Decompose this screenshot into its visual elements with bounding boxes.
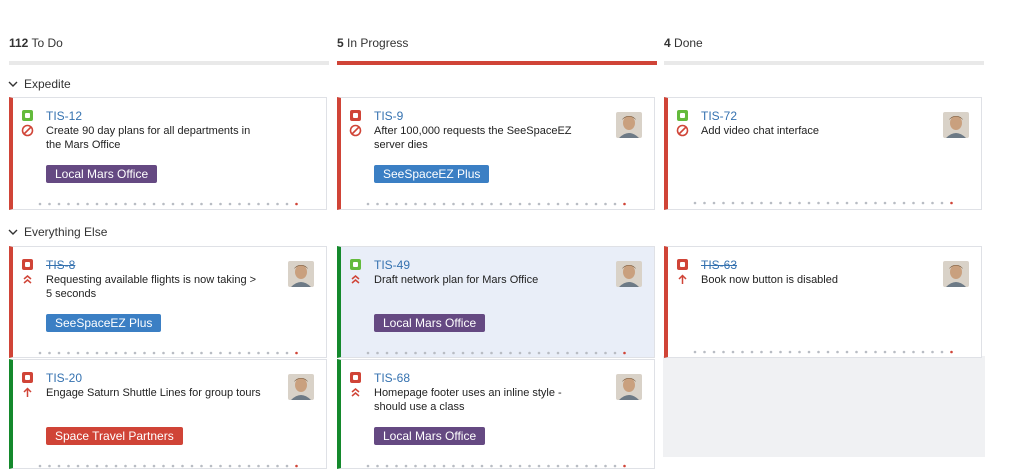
column-name: To Do bbox=[31, 36, 63, 50]
bug-icon bbox=[350, 110, 361, 121]
blocker-icon bbox=[676, 124, 689, 137]
days-in-column-dots bbox=[366, 193, 628, 206]
epic-label: Local Mars Office bbox=[374, 427, 486, 445]
column-count: 5 bbox=[337, 36, 344, 50]
done-column-empty-area bbox=[663, 356, 985, 457]
issue-card[interactable]: TIS-12 Create 90 day plans for all depart… bbox=[9, 97, 327, 210]
swimlane-expedite[interactable]: Expedite bbox=[8, 77, 71, 91]
major-icon bbox=[676, 273, 689, 286]
issue-key[interactable]: TIS-12 bbox=[46, 109, 82, 123]
days-in-column-dots bbox=[366, 342, 628, 355]
blocker-icon bbox=[349, 124, 362, 137]
issue-card[interactable]: TIS-9 After 100,000 requests the SeeSpace… bbox=[337, 97, 655, 210]
days-in-column-dots bbox=[366, 455, 628, 468]
major-icon bbox=[21, 386, 34, 399]
issue-key[interactable]: TIS-49 bbox=[374, 258, 410, 272]
bug-icon bbox=[350, 372, 361, 383]
issue-key[interactable]: TIS-8 bbox=[46, 258, 75, 272]
issue-card[interactable]: TIS-72 Add video chat interface bbox=[664, 97, 982, 210]
issue-key[interactable]: TIS-9 bbox=[374, 109, 403, 123]
issue-card[interactable]: TIS-63 Book now button is disabled bbox=[664, 246, 982, 358]
column-header-in-progress: 5 In Progress bbox=[337, 36, 657, 50]
assignee-avatar bbox=[288, 261, 314, 287]
issue-key[interactable]: TIS-20 bbox=[46, 371, 82, 385]
issue-key[interactable]: TIS-63 bbox=[701, 258, 737, 272]
epic-label: Space Travel Partners bbox=[46, 427, 183, 445]
column-count: 112 bbox=[9, 36, 29, 50]
issue-summary: Add video chat interface bbox=[701, 125, 820, 137]
epic-label: Local Mars Office bbox=[46, 165, 158, 183]
column-header-done: 4 Done bbox=[664, 36, 984, 50]
epic-label: SeeSpaceEZ Plus bbox=[374, 165, 490, 183]
issue-key[interactable]: TIS-68 bbox=[374, 371, 410, 385]
issue-key[interactable]: TIS-72 bbox=[701, 109, 737, 123]
issue-summary: After 100,000 requests the SeeSpaceEZ se… bbox=[374, 125, 572, 151]
issue-card[interactable]: TIS-8 Requesting available flights is now… bbox=[9, 246, 327, 358]
column-underline-todo bbox=[9, 61, 329, 65]
days-in-column-dots bbox=[693, 341, 955, 354]
story-icon bbox=[22, 110, 33, 121]
swimlane-label: Everything Else bbox=[24, 225, 108, 239]
issue-summary: Requesting available flights is now taki… bbox=[46, 274, 257, 300]
column-header-todo: 112 To Do bbox=[9, 36, 329, 50]
critical-icon bbox=[349, 386, 362, 399]
issue-card[interactable]: TIS-20 Engage Saturn Shuttle Lines for gr… bbox=[9, 359, 327, 469]
issue-summary: Create 90 day plans for all departments … bbox=[46, 125, 251, 151]
chevron-down-icon bbox=[8, 229, 18, 235]
bug-icon bbox=[677, 259, 688, 270]
epic-label: SeeSpaceEZ Plus bbox=[46, 314, 162, 332]
bug-icon bbox=[22, 259, 33, 270]
issue-summary: Book now button is disabled bbox=[701, 274, 838, 286]
chevron-down-icon bbox=[8, 81, 18, 87]
days-in-column-dots bbox=[38, 193, 300, 206]
assignee-avatar bbox=[943, 261, 969, 287]
days-in-column-dots bbox=[38, 455, 300, 468]
issue-card[interactable]: TIS-68 Homepage footer uses an inline sty… bbox=[337, 359, 655, 469]
column-name: In Progress bbox=[347, 36, 409, 50]
column-name: Done bbox=[674, 36, 703, 50]
blocker-icon bbox=[21, 124, 34, 137]
issue-summary: Homepage footer uses an inline style - s… bbox=[374, 387, 562, 413]
assignee-avatar bbox=[943, 112, 969, 138]
critical-icon bbox=[349, 273, 362, 286]
story-icon bbox=[677, 110, 688, 121]
issue-summary: Draft network plan for Mars Office bbox=[374, 274, 539, 286]
assignee-avatar bbox=[616, 261, 642, 287]
critical-icon bbox=[21, 273, 34, 286]
story-icon bbox=[350, 259, 361, 270]
issue-card[interactable]: TIS-49 Draft network plan for Mars Office… bbox=[337, 246, 655, 358]
column-count: 4 bbox=[664, 36, 671, 50]
column-underline-done bbox=[664, 61, 984, 65]
swimlane-label: Expedite bbox=[24, 77, 71, 91]
days-in-column-dots bbox=[693, 192, 955, 205]
assignee-avatar bbox=[616, 112, 642, 138]
days-in-column-dots bbox=[38, 342, 300, 355]
assignee-avatar bbox=[616, 374, 642, 400]
bug-icon bbox=[22, 372, 33, 383]
column-underline-in-progress bbox=[337, 61, 657, 65]
epic-label: Local Mars Office bbox=[374, 314, 486, 332]
swimlane-everything-else[interactable]: Everything Else bbox=[8, 225, 107, 239]
issue-summary: Engage Saturn Shuttle Lines for group to… bbox=[46, 387, 261, 399]
assignee-avatar bbox=[288, 374, 314, 400]
